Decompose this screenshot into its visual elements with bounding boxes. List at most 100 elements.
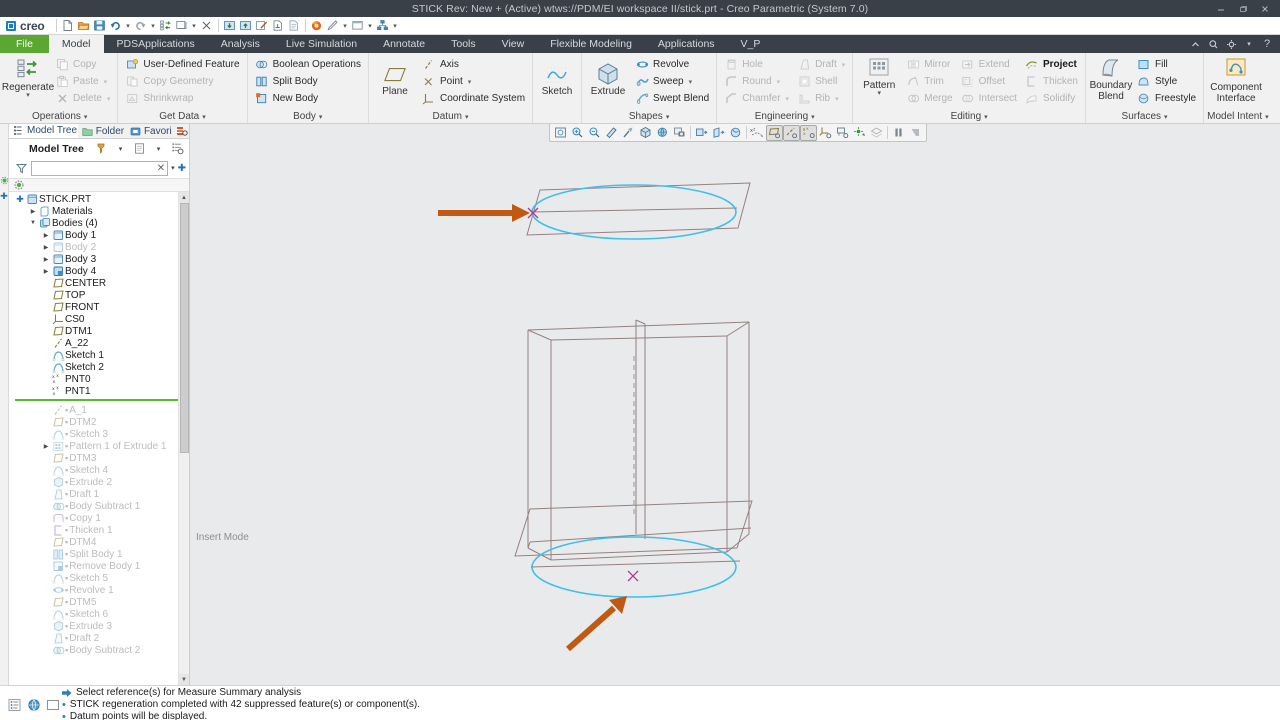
tab-pdsapplications[interactable]: PDSApplications	[104, 35, 208, 53]
display-style-icon[interactable]	[693, 125, 710, 141]
group-title-shapes[interactable]: Shapes ▾	[585, 110, 713, 123]
tree-item-sketch-5[interactable]: ▪ Sketch 5	[9, 572, 178, 584]
tab-analysis[interactable]: Analysis	[208, 35, 273, 53]
minimize-button[interactable]	[1210, 0, 1232, 17]
group-title-editing[interactable]: Editing ▾	[856, 110, 1082, 123]
capture-image-icon[interactable]	[671, 125, 688, 141]
boolean-operations-button[interactable]: Boolean Operations	[251, 56, 365, 73]
tree-item-dtm2[interactable]: ▪ DTM2	[9, 416, 178, 428]
offset-button[interactable]: Offset	[957, 73, 1021, 90]
tree-item-remove-body-1[interactable]: ▪ Remove Body 1	[9, 560, 178, 572]
nav-tab-favorites[interactable]: Favori	[126, 124, 174, 138]
checkin-icon[interactable]	[222, 18, 238, 34]
view-manager-icon[interactable]	[654, 125, 671, 141]
tree-settings-icon[interactable]	[170, 141, 185, 156]
tree-item-body-4[interactable]: ▶ Body 4	[9, 265, 178, 277]
expand-arrow-icon[interactable]: ▶	[28, 208, 38, 215]
tab-tools[interactable]: Tools	[438, 35, 489, 53]
tree-item-body-3[interactable]: ▶ Body 3	[9, 253, 178, 265]
point-button[interactable]: Point ▾	[418, 73, 529, 90]
sketch-button[interactable]: Sketch	[536, 64, 578, 98]
style-button[interactable]: Style	[1133, 73, 1200, 90]
tree-item-dtm4[interactable]: ▪ DTM4	[9, 536, 178, 548]
expand-all-icon[interactable]: ✚	[0, 191, 8, 202]
tree-item-sketch-3[interactable]: ▪ Sketch 3	[9, 428, 178, 440]
tree-item-center[interactable]: CENTER	[9, 277, 178, 289]
tree-item-materials[interactable]: ▶ Materials	[9, 205, 178, 217]
tree-item-sketch-6[interactable]: ▪ Sketch 6	[9, 608, 178, 620]
solidify-button[interactable]: Solidify	[1021, 90, 1082, 107]
freestyle-button[interactable]: Freestyle	[1133, 90, 1200, 107]
shell-button[interactable]: Shell	[793, 73, 849, 90]
tree-columns-icon[interactable]	[132, 141, 147, 156]
firefox-icon[interactable]	[309, 18, 325, 34]
tree-scrollbar[interactable]: ▲ ▼	[178, 192, 189, 685]
search-dropdown-icon[interactable]: ▾	[171, 164, 175, 172]
expand-arrow-icon[interactable]: ▶	[41, 443, 51, 450]
tree-item-copy-1[interactable]: ▪ Copy 1	[9, 512, 178, 524]
tree-item-stick-prt[interactable]: ✚ STICK.PRT	[9, 193, 178, 205]
regenerate-button[interactable]: Regenerate ▾	[2, 56, 54, 100]
draft-dropdown-icon[interactable]: ▾	[842, 61, 846, 69]
tree-item-pnt0[interactable]: x x x PNT0	[9, 373, 178, 385]
tree-item-thicken-1[interactable]: ▪ Thicken 1	[9, 524, 178, 536]
tree-item-pattern-1-of-extrude-1[interactable]: ▶ ▪ Pattern 1 of Extrude 1	[9, 440, 178, 452]
stop-icon[interactable]	[907, 125, 924, 141]
graphics-window[interactable]: Insert Mode x z x x x	[190, 124, 1280, 685]
group-title-engineering[interactable]: Engineering ▾	[720, 110, 849, 123]
tree-item-dtm1[interactable]: DTM1	[9, 325, 178, 337]
settings-gear-icon[interactable]	[0, 176, 9, 185]
window-icon[interactable]	[350, 18, 366, 34]
saved-orientations-icon[interactable]	[637, 125, 654, 141]
insert-position-marker[interactable]	[15, 399, 178, 402]
model-intent-group-dropdown-icon[interactable]: ▾	[1265, 113, 1269, 121]
tree-item-body-1[interactable]: ▶ Body 1	[9, 229, 178, 241]
add-search-criteria-icon[interactable]: ✚	[178, 163, 186, 174]
save-icon[interactable]	[92, 18, 108, 34]
tree-item-body-subtract-1[interactable]: ▪ Body Subtract 1	[9, 500, 178, 512]
datum-display-filters-icon[interactable]: xz	[749, 125, 766, 141]
tree-item-a-1[interactable]: ▪ A_1	[9, 404, 178, 416]
tree-item-draft-1[interactable]: ▪ Draft 1	[9, 488, 178, 500]
expand-arrow-icon[interactable]: ▶	[41, 244, 51, 251]
tree-item-bodies-4[interactable]: ▼ Bodies (4)	[9, 217, 178, 229]
regenerate-icon[interactable]	[158, 18, 174, 34]
tree-item-revolve-1[interactable]: ▪ Revolve 1	[9, 584, 178, 596]
tab-v-p[interactable]: V_P	[728, 35, 774, 53]
model-tree-status-icon[interactable]	[8, 698, 22, 712]
body-group-dropdown-icon[interactable]: ▾	[319, 113, 323, 121]
new-body-button[interactable]: New Body	[251, 90, 365, 107]
search-icon[interactable]	[1205, 35, 1221, 53]
repaint-icon[interactable]	[603, 125, 620, 141]
redo-icon[interactable]	[133, 18, 149, 34]
rib-button[interactable]: Rib ▾	[793, 90, 849, 107]
undo-icon[interactable]	[108, 18, 124, 34]
tree-item-sketch-1[interactable]: Sketch 1	[9, 349, 178, 361]
repaint-dropdown-icon[interactable]: ▾	[190, 18, 199, 34]
hole-button[interactable]: Hole	[720, 56, 793, 73]
tab-applications[interactable]: Applications	[645, 35, 728, 53]
tree-item-a-22[interactable]: A_22	[9, 337, 178, 349]
options-dropdown-icon[interactable]: ▾	[1241, 35, 1257, 53]
merge-button[interactable]: Merge	[902, 90, 956, 107]
expand-arrow-icon[interactable]: ▶	[41, 268, 51, 275]
tree-item-draft-2[interactable]: ▪ Draft 2	[9, 632, 178, 644]
datum-group-dropdown-icon[interactable]: ▾	[465, 113, 469, 121]
collapse-arrow-icon[interactable]: ▼	[28, 220, 38, 226]
group-title-surfaces[interactable]: Surfaces ▾	[1089, 110, 1200, 123]
copy-button[interactable]: Copy	[51, 56, 114, 73]
collapse-ribbon-icon[interactable]	[1187, 35, 1203, 53]
tab-view[interactable]: View	[489, 35, 538, 53]
close-window-icon[interactable]	[199, 18, 215, 34]
tab-file[interactable]: File	[0, 35, 49, 53]
project-button[interactable]: Project	[1021, 56, 1082, 73]
update-workspace-icon[interactable]	[238, 18, 254, 34]
document-icon[interactable]	[286, 18, 302, 34]
user-defined-feature-button[interactable]: User-Defined Feature	[121, 56, 243, 73]
tree-item-cs0[interactable]: CS0	[9, 313, 178, 325]
paste-button[interactable]: Paste ▾	[51, 73, 114, 90]
nav-tab-folder-browser[interactable]: Folder	[78, 124, 126, 138]
upload-icon[interactable]	[270, 18, 286, 34]
tree-item-front[interactable]: FRONT	[9, 301, 178, 313]
tree-item-sketch-2[interactable]: Sketch 2	[9, 361, 178, 373]
